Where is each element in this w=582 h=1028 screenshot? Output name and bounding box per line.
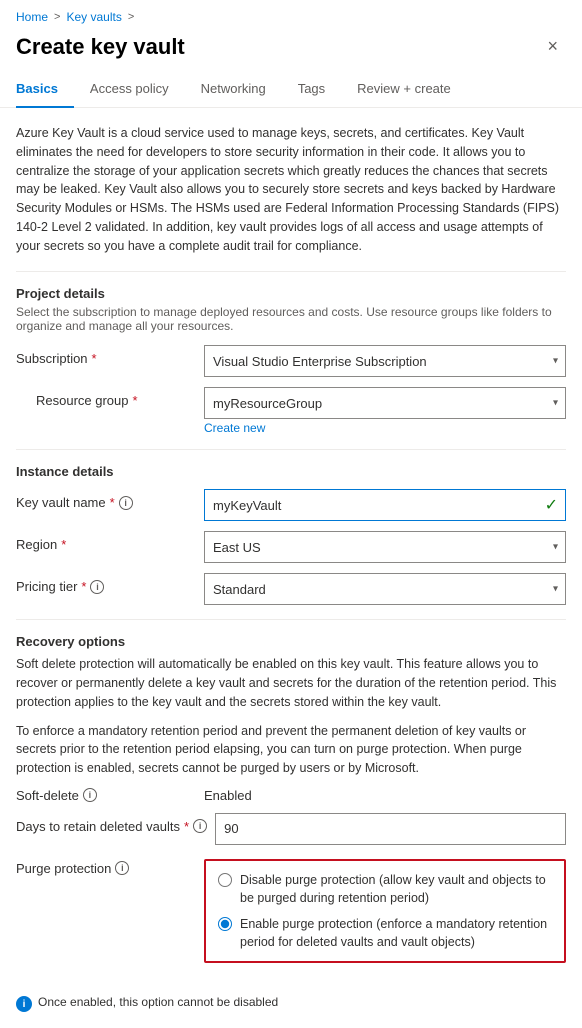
instance-details-title: Instance details [16,464,566,479]
soft-delete-row: Soft-delete i Enabled [16,788,566,803]
breadcrumb-sep2: > [128,11,134,23]
breadcrumb-home[interactable]: Home [16,10,48,24]
region-required: * [61,537,66,552]
tab-networking[interactable]: Networking [185,73,282,108]
purge-disable-radio[interactable] [218,873,232,887]
keyvault-name-input[interactable] [204,489,566,521]
days-retain-required: * [184,819,189,834]
pricing-tier-label: Pricing tier * i [16,573,196,594]
resource-group-select-wrapper: myResourceGroup ▾ [204,387,566,419]
project-details-subtitle: Select the subscription to manage deploy… [16,305,566,333]
main-content: Azure Key Vault is a cloud service used … [0,108,582,983]
days-retain-row: Days to retain deleted vaults * i [16,813,566,845]
purge-protection-info-icon[interactable]: i [115,861,129,875]
recovery-text-2: To enforce a mandatory retention period … [16,722,566,778]
purge-protection-control: Disable purge protection (allow key vaul… [204,855,566,964]
soft-delete-label: Soft-delete i [16,788,196,803]
subscription-required: * [92,351,97,366]
recovery-options-title: Recovery options [16,634,566,649]
subscription-select-wrapper: Visual Studio Enterprise Subscription ▾ [204,345,566,377]
days-retain-control [215,813,566,845]
resource-group-required: * [133,393,138,408]
region-row: Region * East US ▾ [16,531,566,563]
subscription-label: Subscription * [16,345,196,366]
tab-basics[interactable]: Basics [16,73,74,108]
keyvault-name-input-wrapper: ✓ [204,489,566,521]
pricing-tier-row: Pricing tier * i Standard ▾ [16,573,566,605]
region-control: East US ▾ [204,531,566,563]
description-text: Azure Key Vault is a cloud service used … [16,124,566,255]
resource-group-row: Resource group * myResourceGroup ▾ Creat… [16,387,566,435]
soft-delete-info-icon[interactable]: i [83,788,97,802]
purge-protection-row: Purge protection i Disable purge protect… [16,855,566,964]
tab-access-policy[interactable]: Access policy [74,73,185,108]
close-button[interactable]: × [539,32,566,61]
resource-group-control: myResourceGroup ▾ Create new [204,387,566,435]
divider-1 [16,271,566,272]
keyvault-name-info-icon[interactable]: i [119,496,133,510]
days-retain-input[interactable] [215,813,566,845]
pricing-tier-required: * [81,579,86,594]
region-label: Region * [16,531,196,552]
notice-text: Once enabled, this option cannot be disa… [38,995,278,1009]
create-new-link[interactable]: Create new [204,421,566,435]
subscription-row: Subscription * Visual Studio Enterprise … [16,345,566,377]
breadcrumb-sep1: > [54,11,60,23]
divider-3 [16,619,566,620]
keyvault-name-required: * [110,495,115,510]
page-title: Create key vault [16,34,185,60]
purge-disable-label: Disable purge protection (allow key vaul… [240,871,552,907]
project-details-title: Project details [16,286,566,301]
purge-protection-box: Disable purge protection (allow key vaul… [204,859,566,964]
days-retain-label: Days to retain deleted vaults * i [16,813,207,834]
days-retain-info-icon[interactable]: i [193,819,207,833]
keyvault-name-check-icon: ✓ [545,495,558,515]
purge-disable-option: Disable purge protection (allow key vaul… [218,871,552,907]
tabs-row: Basics Access policy Networking Tags Rev… [0,73,582,108]
tab-tags[interactable]: Tags [282,73,341,108]
pricing-tier-select-wrapper: Standard ▾ [204,573,566,605]
resource-group-select[interactable]: myResourceGroup [204,387,566,419]
pricing-tier-info-icon[interactable]: i [90,580,104,594]
pricing-tier-control: Standard ▾ [204,573,566,605]
pricing-tier-select[interactable]: Standard [204,573,566,605]
purge-protection-label: Purge protection i [16,855,196,876]
soft-delete-value: Enabled [204,788,252,803]
recovery-text-1: Soft delete protection will automaticall… [16,655,566,711]
notice-info-icon: i [16,996,32,1012]
region-select-wrapper: East US ▾ [204,531,566,563]
keyvault-name-row: Key vault name * i ✓ [16,489,566,521]
subscription-select[interactable]: Visual Studio Enterprise Subscription [204,345,566,377]
page-header: Create key vault × [0,28,582,73]
keyvault-name-label: Key vault name * i [16,489,196,510]
notice-row: i Once enabled, this option cannot be di… [0,995,582,1028]
tab-review-create[interactable]: Review + create [341,73,467,108]
purge-enable-radio[interactable] [218,917,232,931]
resource-group-label: Resource group * [16,387,196,408]
breadcrumb: Home > Key vaults > [0,0,582,28]
divider-2 [16,449,566,450]
subscription-control: Visual Studio Enterprise Subscription ▾ [204,345,566,377]
region-select[interactable]: East US [204,531,566,563]
keyvault-name-control: ✓ [204,489,566,521]
breadcrumb-keyvaults[interactable]: Key vaults [66,10,121,24]
